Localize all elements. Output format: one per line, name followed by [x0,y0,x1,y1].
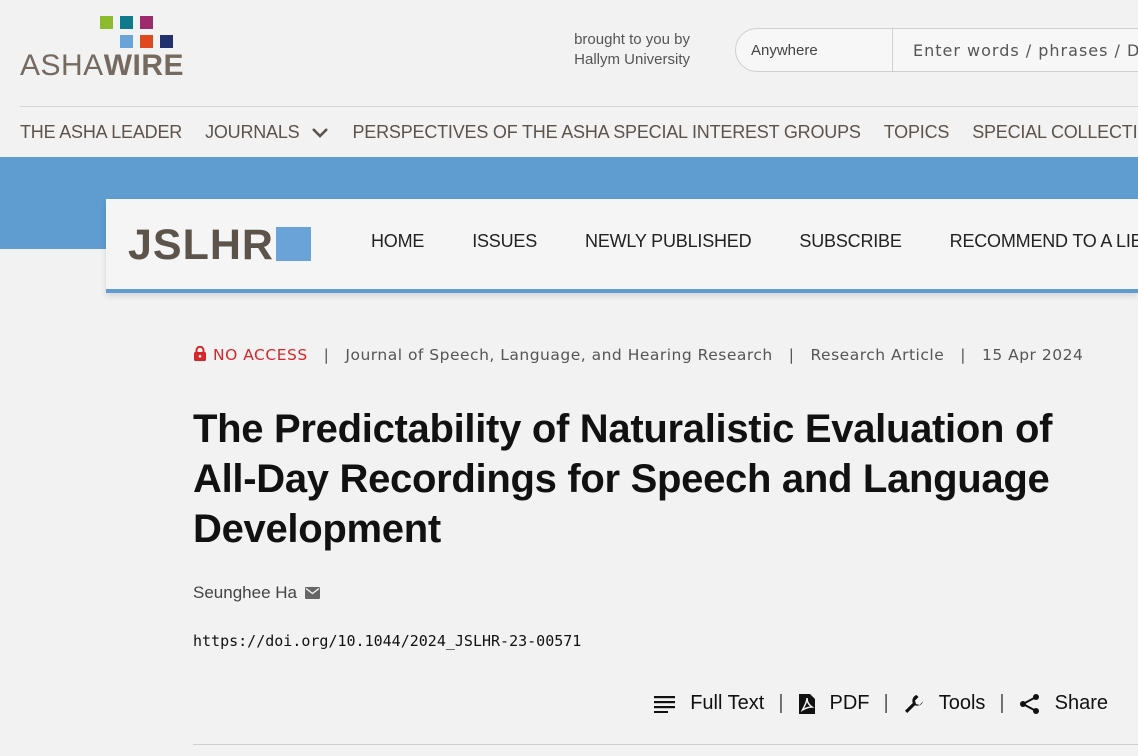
tools-label: Tools [938,692,986,714]
doi-link[interactable]: https://doi.org/10.1044/2024_JSLHR-23-00… [193,632,581,650]
nav-item-special-collections[interactable]: SPECIAL COLLECTIONS [972,122,1138,143]
share-icon [1019,693,1039,714]
mail-icon[interactable] [304,587,320,599]
tools-button[interactable]: Tools [903,692,986,715]
access-badge: NO ACCESS [193,346,308,364]
site-header: ASHAWIRE brought to you by Hallym Univer… [0,0,1138,106]
brought-by-label: brought to you by [574,31,690,48]
journal-logo[interactable]: JSLHR [128,221,274,270]
meta-separator: | [960,346,966,364]
pdf-icon [798,693,815,714]
journal-logo-square [276,227,311,261]
nav-divider [20,106,1138,107]
nav-item-asha-leader[interactable]: THE ASHA LEADER [20,122,182,143]
logo-square [140,35,153,48]
journal-name[interactable]: Journal of Speech, Language, and Hearing… [345,346,772,364]
search-bar: Anywhere [735,28,1138,72]
full-text-label: Full Text [690,692,765,714]
meta-separator: | [323,346,330,364]
nav-item-perspectives[interactable]: PERSPECTIVES OF THE ASHA SPECIAL INTERES… [352,122,860,143]
full-text-button[interactable]: Full Text [654,692,764,715]
institution-name: Hallym University [574,51,690,68]
journal-nav-bar: JSLHR HOME ISSUES NEWLY PUBLISHED SUBSCR… [106,199,1138,293]
logo-square [120,16,133,29]
logo-square [120,35,133,48]
journal-nav-recommend[interactable]: RECOMMEND TO A LIBR [950,231,1138,252]
main-nav: THE ASHA LEADER JOURNALS PERSPECTIVES OF… [20,118,1138,146]
author-name[interactable]: Seunghee Ha [193,583,297,603]
search-input[interactable] [893,29,1138,71]
search-scope-select[interactable]: Anywhere [736,29,893,71]
nav-item-journals[interactable]: JOURNALS [205,122,329,143]
article-type: Research Article [810,346,945,364]
action-separator: | [999,692,1005,714]
access-label: NO ACCESS [213,346,308,364]
action-separator: | [883,692,889,714]
journal-nav-issues[interactable]: ISSUES [472,231,537,252]
journal-nav-subscribe[interactable]: SUBSCRIBE [799,231,901,252]
journal-nav-home[interactable]: HOME [371,231,424,252]
article-actions: Full Text | PDF | Tools | Share [654,692,1108,715]
logo-square [160,35,173,48]
publish-date: 15 Apr 2024 [981,346,1084,364]
logo-square [100,16,113,29]
action-separator: | [778,692,784,714]
nav-item-topics[interactable]: TOPICS [884,122,950,143]
logo-wordmark: ASHAWIRE [20,49,185,82]
author-line: Seunghee Ha [193,583,320,603]
chevron-down-icon[interactable] [311,123,329,141]
ashawire-logo[interactable]: ASHAWIRE [20,14,184,82]
lock-icon [194,346,206,361]
journal-nav: HOME ISSUES NEWLY PUBLISHED SUBSCRIBE RE… [371,231,1138,252]
logo-square [140,16,153,29]
pdf-button[interactable]: PDF [798,692,870,715]
article-title: The Predictability of Naturalistic Evalu… [193,407,1053,551]
wrench-icon [904,694,923,713]
nav-item-journals-label: JOURNALS [205,121,300,142]
meta-separator: | [788,346,795,364]
institution-access-note: brought to you by Hallym University [574,30,690,70]
share-button[interactable]: Share [1019,692,1108,715]
section-divider [193,744,1138,745]
journal-nav-newly-published[interactable]: NEWLY PUBLISHED [585,231,752,252]
full-text-icon [654,695,676,713]
article-meta: NO ACCESS | Journal of Speech, Language, a… [193,344,1103,367]
share-label: Share [1054,692,1108,714]
pdf-label: PDF [829,692,870,714]
